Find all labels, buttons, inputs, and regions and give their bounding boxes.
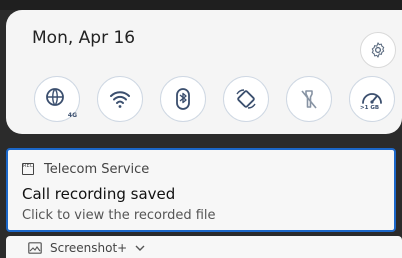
globe-4g-icon <box>46 88 64 106</box>
flashlight-tile[interactable] <box>286 76 332 122</box>
settings-button[interactable] <box>360 32 396 68</box>
record-icon-text: REC <box>23 163 34 169</box>
quick-settings-panel: Mon, Apr 16 4G >1 GB <box>6 10 402 134</box>
wifi-icon <box>110 91 130 108</box>
auto-rotate-tile[interactable] <box>223 76 269 122</box>
bluetooth-tile[interactable] <box>160 76 206 122</box>
data-usage-tile[interactable]: >1 GB <box>349 76 395 122</box>
notification-app-name: Telecom Service <box>44 161 150 177</box>
wifi-tile[interactable] <box>97 76 143 122</box>
mobile-data-tile[interactable]: 4G <box>34 76 80 122</box>
notification-card[interactable]: REC Telecom Service Call recording saved… <box>6 148 396 232</box>
next-notification[interactable]: Screenshot+ <box>6 236 402 258</box>
status-bar <box>0 0 402 10</box>
record-icon: REC <box>22 163 34 175</box>
chevron-down-icon[interactable] <box>135 244 145 252</box>
date-label: Mon, Apr 16 <box>32 28 136 48</box>
quick-settings-tiles: 4G >1 GB <box>34 76 398 124</box>
mobile-data-label: 4G <box>67 112 77 119</box>
auto-rotate-icon <box>236 89 256 109</box>
next-notification-header: Screenshot+ <box>28 241 145 255</box>
bluetooth-icon <box>176 88 190 110</box>
next-notification-app-name: Screenshot+ <box>50 241 128 255</box>
flashlight-off-icon <box>301 90 317 109</box>
image-icon <box>28 242 42 254</box>
notification-subtitle: Click to view the recorded file <box>22 208 216 223</box>
notification-title: Call recording saved <box>22 185 176 203</box>
data-usage-label: >1 GB <box>360 105 380 111</box>
notification-header: REC Telecom Service <box>22 160 149 178</box>
gear-icon <box>371 42 385 58</box>
